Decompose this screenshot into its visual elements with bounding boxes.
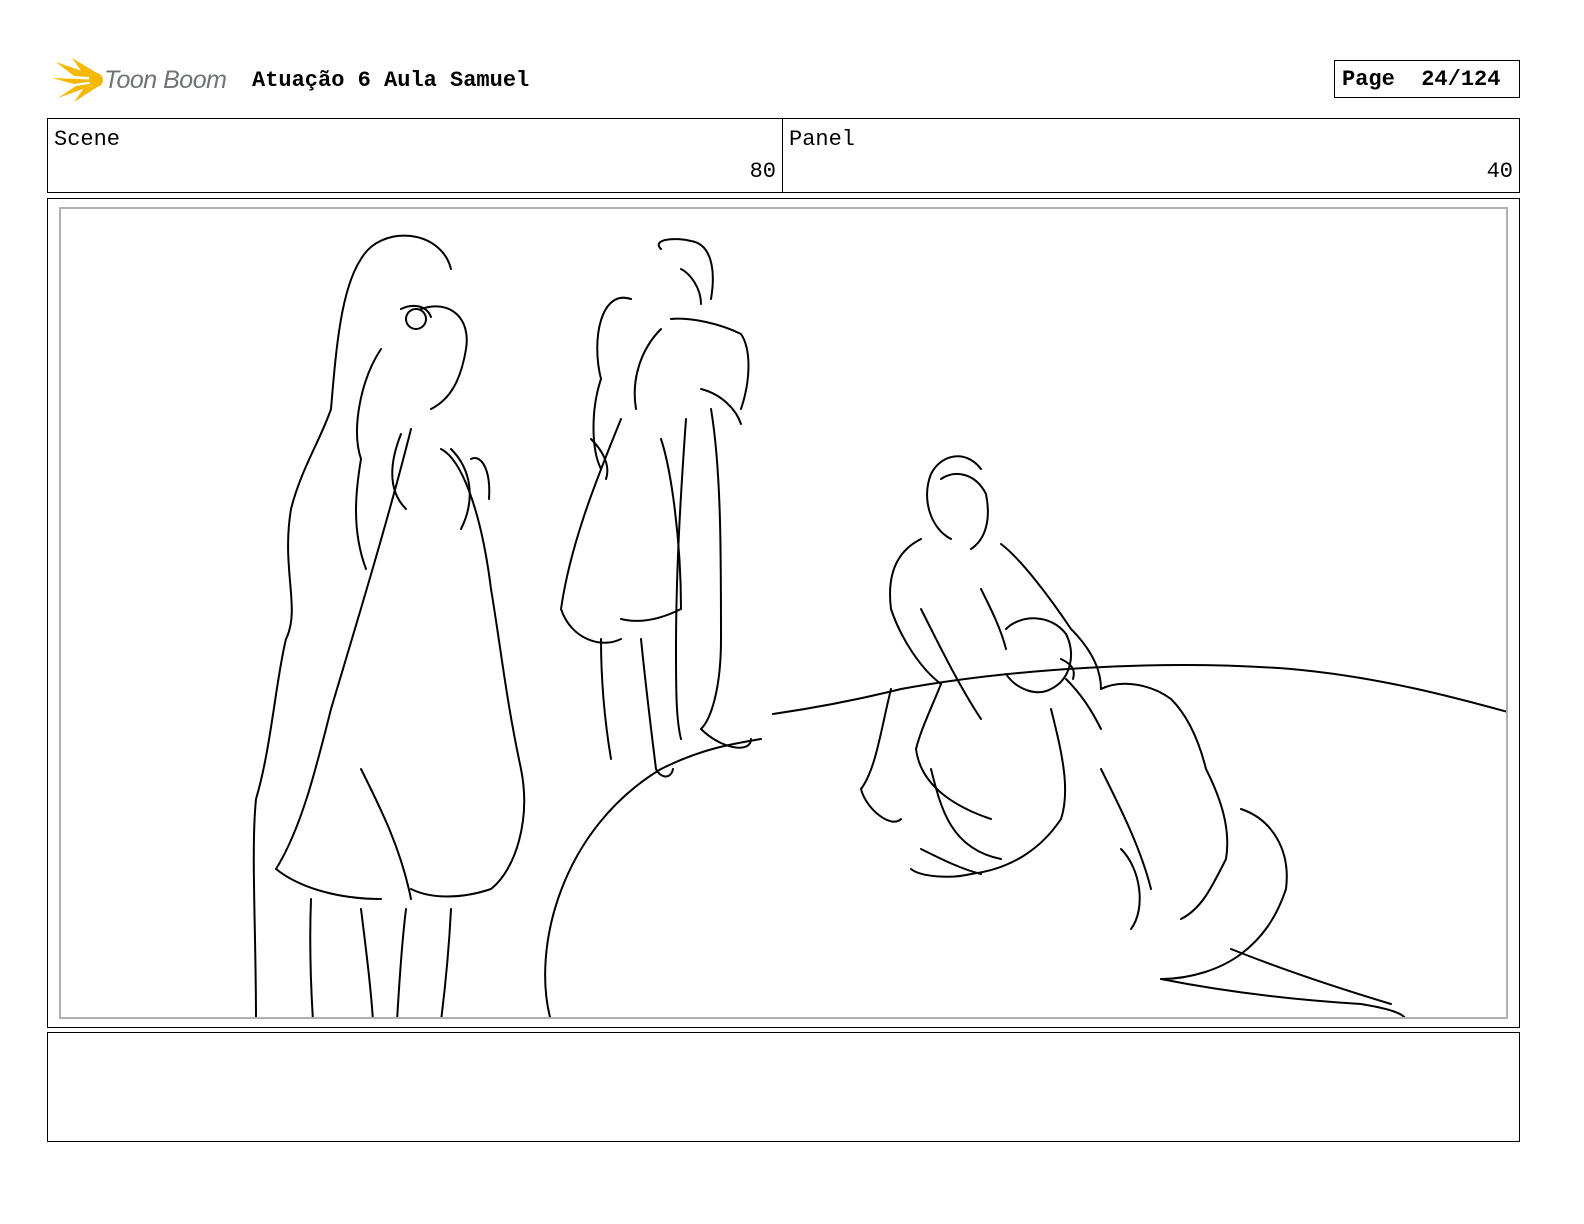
woman-with-flower-figure — [252, 234, 526, 1017]
scene-cell: Scene 80 — [48, 119, 783, 192]
scene-panel-info: Scene 80 Panel 40 — [47, 118, 1520, 193]
starburst-logo-icon — [52, 58, 103, 102]
storyboard-frame — [47, 198, 1520, 1028]
notes-box — [47, 1032, 1520, 1142]
sketch-area — [59, 207, 1508, 1019]
project-title: Atuação 6 Aula Samuel — [252, 68, 530, 93]
storyboard-header: Toon Boom Atuação 6 Aula Samuel Page 24/… — [48, 56, 1520, 104]
page-number: 24/124 — [1421, 67, 1501, 92]
embracing-couple-figure — [560, 238, 752, 778]
panel-number: 40 — [1486, 159, 1513, 184]
scene-number: 80 — [749, 159, 776, 184]
logo-wordmark: Toon Boom — [104, 66, 227, 94]
floor-arc-left — [544, 738, 762, 1017]
page-indicator-text: Page 24/124 — [1342, 67, 1500, 92]
sketch-drawing — [252, 234, 1506, 1017]
lying-man-figure — [910, 617, 1406, 1017]
panel-label: Panel — [789, 127, 856, 152]
toon-boom-logo: Toon Boom — [52, 56, 242, 104]
panel-cell: Panel 40 — [783, 119, 1519, 192]
page-indicator: Page 24/124 — [1334, 60, 1520, 98]
scene-label: Scene — [54, 127, 121, 152]
floor-arc-right — [772, 664, 1506, 715]
page-label: Page — [1342, 67, 1395, 92]
